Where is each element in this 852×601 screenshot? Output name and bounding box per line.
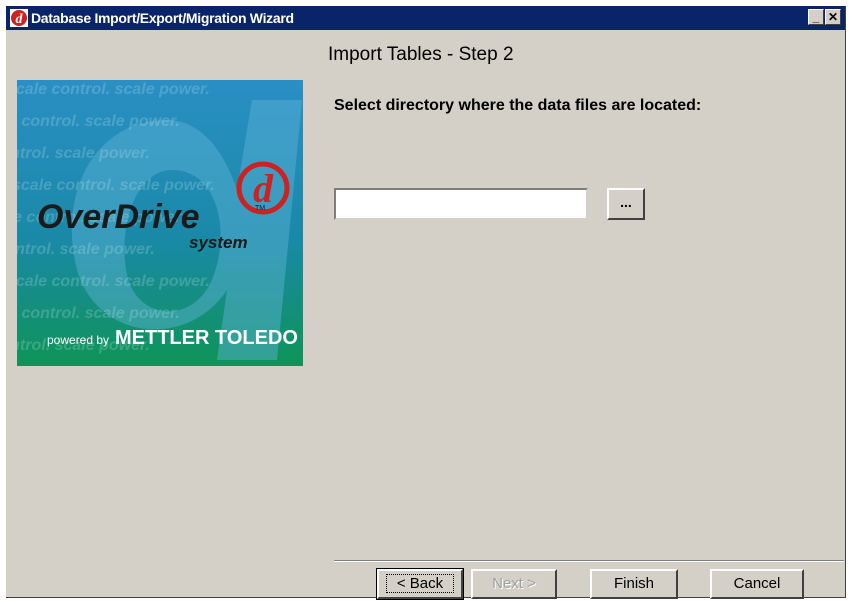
browse-button[interactable]: ... [607,188,645,220]
next-button-label: Next > [492,575,536,592]
step-heading: Import Tables - Step 2 [328,44,514,65]
svg-text:scale control. scale power.: scale control. scale power. [17,305,180,322]
brand-subtitle: system [189,233,248,252]
svg-text:scale control. scale power.: scale control. scale power. [17,177,215,194]
finish-button-label: Finish [613,575,654,592]
button-separator [334,560,844,562]
svg-text:scale control. scale power.: scale control. scale power. [17,241,155,258]
svg-text:scale control. scale power.: scale control. scale power. [17,145,150,162]
next-button[interactable]: Next > [471,569,557,599]
svg-text:scale control. scale power.: scale control. scale power. [17,113,180,130]
brand-wordmark: OverDrive [37,198,200,236]
back-button[interactable]: < Back [376,568,464,600]
directory-prompt: Select directory where the data files ar… [334,97,702,114]
svg-text:TM: TM [255,205,265,212]
svg-text:scale control. scale power.: scale control. scale power. [17,81,210,98]
company-name: METTLER TOLEDO [115,327,298,349]
overdrive-app-icon: d [10,9,28,27]
finish-button[interactable]: Finish [590,569,678,599]
wizard-window: d Database Import/Export/Migration Wizar… [6,6,846,600]
cancel-button[interactable]: Cancel [710,569,804,599]
title-bar[interactable]: d Database Import/Export/Migration Wizar… [6,6,845,30]
svg-text:scale control. scale power.: scale control. scale power. [17,273,210,290]
close-button[interactable]: ✕ [825,9,841,25]
minimize-button[interactable]: _ [808,9,824,25]
minimize-icon: _ [812,10,820,24]
window-title: Database Import/Export/Migration Wizard [31,10,294,26]
powered-by-label: powered by [47,333,109,347]
overdrive-logo: scale control. scale power. scale contro… [17,80,303,366]
cancel-button-label: Cancel [733,575,781,592]
close-icon: ✕ [827,10,839,24]
directory-path-input[interactable] [334,188,588,220]
svg-text:d: d [16,12,24,27]
back-button-label: < Back [385,574,455,593]
